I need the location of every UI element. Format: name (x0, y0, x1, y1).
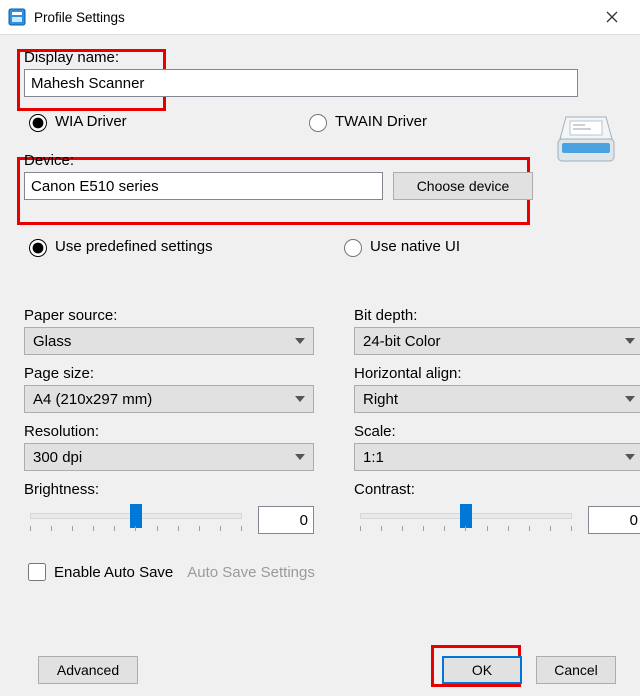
radio-predefined-settings[interactable]: Use predefined settings (24, 236, 339, 257)
window-title: Profile Settings (34, 10, 125, 25)
paper-source-combo[interactable]: Glass (24, 327, 314, 355)
page-size-combo[interactable]: A4 (210x297 mm) (24, 385, 314, 413)
display-name-input[interactable] (24, 69, 578, 97)
radio-wia-driver[interactable]: WIA Driver (24, 111, 304, 132)
chevron-down-icon (625, 396, 635, 402)
scale-value: 1:1 (363, 449, 384, 466)
device-label: Device: (24, 152, 622, 169)
bit-depth-value: 24-bit Color (363, 333, 441, 350)
display-name-label: Display name: (24, 49, 622, 66)
brightness-slider[interactable] (24, 504, 248, 536)
resolution-value: 300 dpi (33, 449, 82, 466)
bit-depth-combo[interactable]: 24-bit Color (354, 327, 640, 355)
contrast-value-input[interactable] (588, 506, 640, 534)
horiz-align-combo[interactable]: Right (354, 385, 640, 413)
contrast-label: Contrast: (354, 481, 640, 498)
auto-save-settings-link: Auto Save Settings (187, 564, 315, 581)
scan-app-icon (8, 8, 26, 26)
paper-source-value: Glass (33, 333, 71, 350)
paper-source-label: Paper source: (24, 307, 314, 324)
radio-predefined-label: Use predefined settings (55, 238, 213, 255)
brightness-thumb[interactable] (130, 504, 142, 528)
chevron-down-icon (625, 454, 635, 460)
scanner-icon (552, 105, 620, 173)
brightness-label: Brightness: (24, 481, 314, 498)
enable-auto-save-checkbox[interactable]: Enable Auto Save (24, 560, 173, 584)
page-size-label: Page size: (24, 365, 314, 382)
chevron-down-icon (295, 396, 305, 402)
cancel-button[interactable]: Cancel (536, 656, 616, 684)
scale-label: Scale: (354, 423, 640, 440)
resolution-combo[interactable]: 300 dpi (24, 443, 314, 471)
chevron-down-icon (625, 338, 635, 344)
bit-depth-label: Bit depth: (354, 307, 640, 324)
close-button[interactable] (590, 1, 634, 33)
advanced-button[interactable]: Advanced (38, 656, 138, 684)
device-input[interactable] (24, 172, 383, 200)
radio-twain-label: TWAIN Driver (335, 113, 427, 130)
scale-combo[interactable]: 1:1 (354, 443, 640, 471)
chevron-down-icon (295, 454, 305, 460)
brightness-value-input[interactable] (258, 506, 314, 534)
enable-auto-save-label: Enable Auto Save (54, 564, 173, 581)
ok-button[interactable]: OK (442, 656, 522, 684)
radio-wia-label: WIA Driver (55, 113, 127, 130)
contrast-thumb[interactable] (460, 504, 472, 528)
page-size-value: A4 (210x297 mm) (33, 391, 152, 408)
titlebar: Profile Settings (0, 0, 640, 35)
contrast-slider[interactable] (354, 504, 578, 536)
dialog-footer: Advanced OK Cancel (0, 656, 640, 684)
choose-device-button[interactable]: Choose device (393, 172, 533, 200)
horiz-align-value: Right (363, 391, 398, 408)
radio-native-ui[interactable]: Use native UI (339, 236, 460, 257)
chevron-down-icon (295, 338, 305, 344)
horiz-align-label: Horizontal align: (354, 365, 640, 382)
radio-twain-driver[interactable]: TWAIN Driver (304, 111, 427, 132)
resolution-label: Resolution: (24, 423, 314, 440)
radio-native-label: Use native UI (370, 238, 460, 255)
close-icon (606, 11, 618, 23)
